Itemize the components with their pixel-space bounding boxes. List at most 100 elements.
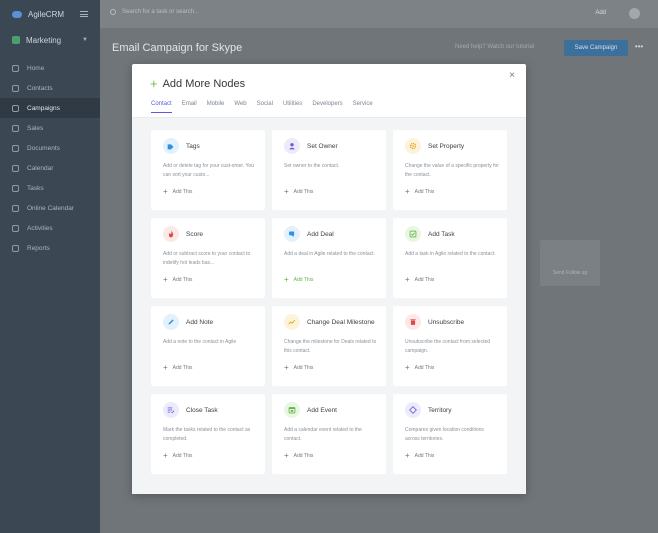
plus-icon: +	[163, 187, 168, 196]
add-node-button[interactable]: + Add This	[284, 275, 313, 284]
node-card-set-owner[interactable]: Set Owner Set owner to the contact. + Ad…	[272, 130, 386, 210]
more-options-button[interactable]: •••	[632, 40, 646, 56]
workflow-node[interactable]: Send Follow up	[540, 240, 600, 286]
add-node-button[interactable]: + Add This	[405, 276, 434, 284]
node-card-unsubscribe[interactable]: Unsubscribe Unsubscribe the contact from…	[393, 306, 507, 386]
search-input[interactable]: Search for a task or search...	[110, 9, 199, 15]
tutorial-link[interactable]: Need help? Watch our tutorial	[455, 44, 534, 50]
node-card-add-deal[interactable]: Add Deal Add a deal in Agile related to …	[272, 218, 386, 298]
node-description: Compares given location conditions acros…	[405, 427, 484, 442]
sidebar-item-home[interactable]: Home	[0, 58, 100, 78]
tab-contact[interactable]: Contact	[151, 101, 172, 113]
node-card-add-event[interactable]: Add Event Add a calendar event related t…	[272, 394, 386, 474]
add-node-button[interactable]: + Add This	[163, 364, 192, 372]
sidebar-item-label: Sales	[27, 124, 44, 132]
add-node-button[interactable]: + Add This	[163, 275, 193, 284]
node-card-score[interactable]: Score Add or subtract score to your cont…	[151, 218, 265, 298]
node-card-change-deal-milestone[interactable]: Change Deal Milestone Change the milesto…	[272, 306, 386, 386]
node-card-territory[interactable]: Territory Compares given location condit…	[393, 394, 507, 474]
menu-icon[interactable]	[80, 11, 88, 17]
sidebar-item-label: Activities	[27, 224, 53, 232]
sidebar-item-reports[interactable]: Reports	[0, 238, 100, 258]
plus-icon: +	[284, 275, 289, 284]
plus-icon: +	[163, 451, 168, 460]
chevron-down-icon: ▼	[82, 37, 88, 43]
add-node-button[interactable]: + Add This	[405, 364, 434, 372]
sidebar-item-documents[interactable]: Documents	[0, 138, 100, 158]
node-card-add-note[interactable]: Add Note Add a note to the contact in Ag…	[151, 306, 265, 386]
sidebar-item-sales[interactable]: Sales	[0, 118, 100, 138]
node-description: Add or delete tag for your cust-omer. Yo…	[163, 163, 254, 178]
node-title: Territory	[428, 406, 452, 414]
sidebar-item-label: Tasks	[27, 184, 44, 192]
node-title: Add Deal	[307, 230, 334, 238]
brand[interactable]: AgileCRM	[0, 0, 100, 28]
node-card-header: Close Task	[163, 402, 218, 418]
tab-mobile[interactable]: Mobile	[207, 101, 225, 113]
sidebar-item-campaigns[interactable]: Campaigns	[0, 98, 100, 118]
page-title: Email Campaign for Skype	[112, 42, 243, 54]
node-card-set-property[interactable]: Set Property Change the value of a speci…	[393, 130, 507, 210]
node-card-close-task[interactable]: Close Task Mark the tasks related to the…	[151, 394, 265, 474]
node-card-add-task[interactable]: Add Task Add a task in Agile related to …	[393, 218, 507, 298]
node-card-header: Set Property	[405, 138, 464, 154]
add-node-label: Add This	[172, 277, 193, 283]
node-description: Change the milestone for Deals related t…	[284, 339, 377, 354]
node-title: Add Note	[186, 318, 214, 326]
add-node-button[interactable]: + Add This	[284, 451, 313, 460]
workspace-label: Marketing	[26, 35, 62, 45]
node-title: Unsubscribe	[428, 318, 465, 326]
nav-icon	[12, 84, 19, 92]
save-campaign-button[interactable]: Save Campaign	[564, 40, 628, 56]
node-title: Add Event	[307, 406, 337, 414]
sidebar-item-label: Home	[27, 64, 45, 72]
add-node-label: Add This	[172, 453, 193, 459]
sidebar-item-contacts[interactable]: Contacts	[0, 78, 100, 98]
node-card-header: Set Owner	[284, 138, 338, 154]
close-button[interactable]: ×	[507, 71, 517, 81]
sidebar-item-label: Campaigns	[27, 104, 60, 112]
add-node-button[interactable]: + Add This	[405, 451, 434, 460]
add-node-label: Add This	[293, 365, 314, 371]
user-icon	[284, 138, 300, 154]
sidebar-item-label: Documents	[27, 144, 60, 152]
sidebar-item-tasks[interactable]: Tasks	[0, 178, 100, 198]
add-node-button[interactable]: + Add This	[163, 451, 193, 460]
node-description: Add a deal in Agile related to the conta…	[284, 251, 375, 257]
task-list-icon	[163, 402, 179, 418]
add-node-button[interactable]: + Add This	[405, 188, 434, 196]
nav-icon	[12, 164, 19, 172]
add-node-button[interactable]: + Add This	[284, 188, 314, 196]
plus-icon: +	[405, 451, 410, 460]
tab-email[interactable]: Email	[182, 101, 197, 113]
sidebar-nav: Home Contacts Campaigns Sales Documents Calen…	[0, 58, 100, 258]
tab-social[interactable]: Social	[257, 101, 273, 113]
sidebar-item-label: Online Calendar	[27, 204, 74, 212]
search-placeholder: Search for a task or search...	[122, 9, 200, 15]
tab-utilities[interactable]: Utilities	[283, 101, 302, 113]
add-node-button[interactable]: + Add This	[284, 364, 314, 372]
sidebar-item-online-calendar[interactable]: Online Calendar	[0, 198, 100, 218]
node-card-tags[interactable]: Tags Add or delete tag for your cust-ome…	[151, 130, 265, 210]
node-card-header: Score	[163, 226, 203, 242]
avatar[interactable]	[629, 8, 640, 19]
tab-service[interactable]: Service	[353, 101, 373, 113]
add-node-button[interactable]: + Add This	[163, 187, 192, 196]
nav-icon	[12, 224, 19, 232]
plus-icon: +	[163, 275, 168, 284]
add-button[interactable]: Add	[595, 10, 606, 16]
workspace-switcher[interactable]: Marketing ▼	[0, 30, 100, 50]
tab-developers[interactable]: Developers	[312, 101, 342, 113]
plus-icon: +	[284, 451, 289, 460]
add-node-label: Add This	[293, 189, 314, 195]
sidebar-item-label: Contacts	[27, 84, 53, 92]
tab-web[interactable]: Web	[234, 101, 246, 113]
sidebar-item-activities[interactable]: Activities	[0, 218, 100, 238]
node-description: Change the value of a specific property …	[405, 163, 499, 178]
cloud-logo-icon	[12, 10, 22, 18]
node-title: Tags	[186, 142, 200, 150]
sidebar-item-calendar[interactable]: Calendar	[0, 158, 100, 178]
node-title: Set Property	[428, 142, 465, 150]
modal-header: + Add More Nodes × Contact Email Mobile Web…	[132, 64, 526, 118]
node-card-header: Add Deal	[284, 226, 334, 242]
